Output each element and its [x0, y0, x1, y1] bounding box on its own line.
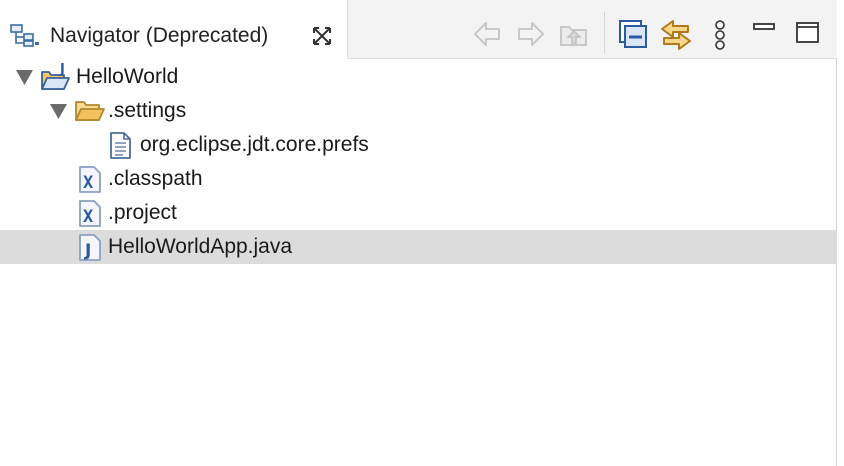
navigator-view: Navigator (Deprecated) J HelloWorld .set… — [0, 0, 837, 466]
tree-item-settings[interactable]: .settings — [0, 94, 837, 128]
java-file-icon: J — [77, 234, 105, 261]
view-tab-strip: Navigator (Deprecated) — [0, 0, 837, 59]
tree-item-classpath[interactable]: X .classpath — [0, 162, 837, 196]
tree-item-label: .settings — [108, 99, 187, 122]
maximize-button[interactable] — [794, 18, 826, 50]
tree-item-helloworld[interactable]: J HelloWorld — [0, 60, 837, 94]
svg-text:X: X — [83, 207, 94, 227]
tree-item-label: HelloWorldApp.java — [108, 235, 293, 258]
tree-item-label: org.eclipse.jdt.core.prefs — [140, 133, 369, 156]
close-icon[interactable] — [311, 25, 333, 47]
maximize-icon — [796, 22, 819, 43]
xml-file-icon: X — [77, 166, 105, 193]
up-folder-icon — [560, 26, 587, 46]
tree-item-project[interactable]: X .project — [0, 196, 837, 230]
minimize-button[interactable] — [751, 18, 783, 50]
tree-item-prefs-file[interactable]: org.eclipse.jdt.core.prefs — [0, 128, 837, 162]
tree-item-label: .project — [108, 201, 177, 224]
minimize-icon — [753, 23, 775, 30]
tree-item-label: .classpath — [108, 167, 203, 190]
collapse-all-button[interactable] — [617, 18, 649, 50]
tree-item-helloworldapp[interactable]: J HelloWorldApp.java — [0, 230, 837, 264]
link-with-editor-button[interactable] — [659, 18, 691, 50]
text-file-icon — [108, 132, 136, 159]
view-title: Navigator (Deprecated) — [50, 24, 269, 47]
xml-file-icon: X — [77, 200, 105, 227]
arrow-right-icon — [518, 22, 544, 46]
link-with-editor-icon — [661, 20, 691, 50]
collapse-all-icon — [619, 20, 647, 48]
toolbar-separator — [604, 12, 605, 54]
navigator-tab[interactable]: Navigator (Deprecated) — [0, 0, 348, 59]
expand-triangle-icon[interactable] — [16, 70, 33, 85]
view-menu-button[interactable] — [706, 18, 738, 50]
tree-item-label: HelloWorld — [76, 65, 179, 88]
back-button[interactable] — [471, 18, 503, 50]
forward-button[interactable] — [515, 18, 547, 50]
arrow-left-icon — [474, 22, 500, 46]
svg-text:J: J — [84, 241, 91, 261]
svg-text:X: X — [83, 173, 94, 193]
navigator-icon — [10, 24, 40, 48]
open-folder-icon — [74, 98, 105, 124]
vertical-dots-icon — [715, 20, 725, 50]
java-project-icon: J — [40, 62, 70, 90]
expand-triangle-icon[interactable] — [50, 104, 67, 119]
up-button[interactable] — [558, 18, 590, 50]
svg-text:J: J — [59, 62, 65, 77]
